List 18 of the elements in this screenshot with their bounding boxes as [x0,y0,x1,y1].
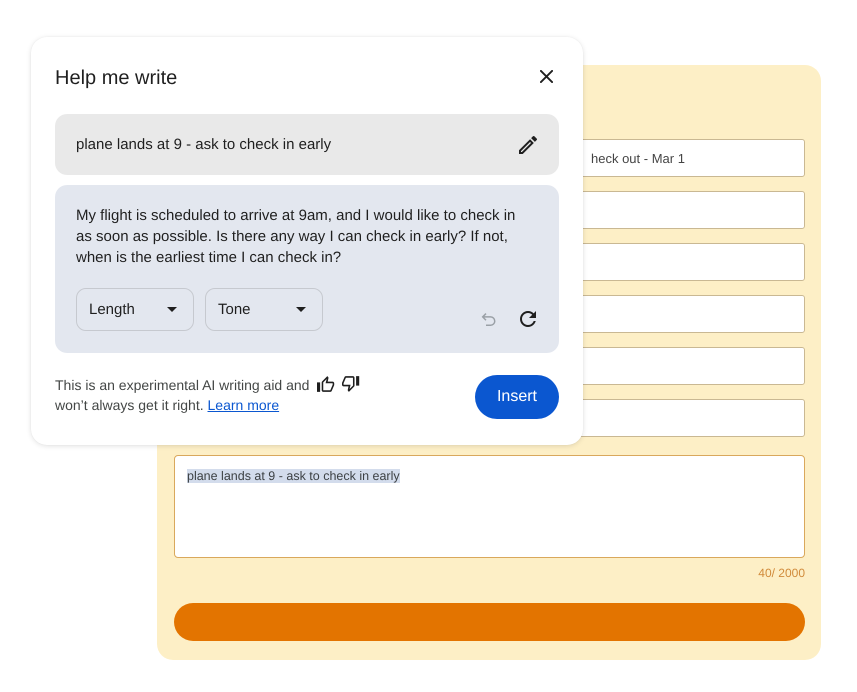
dialog-title: Help me write [55,66,178,91]
draft-text: My flight is scheduled to arrive at 9am, and I would like to check in as soon as possible. Is there any way I can check in early? If not, when is the earliest time I can check in? [76,206,516,268]
thumbs-up-icon[interactable] [317,376,335,392]
thumbs-down-icon[interactable] [342,376,360,392]
text-area[interactable]: plane lands at 9 - ask to check in early [174,455,805,558]
character-counter: 40/ 2000 [758,565,805,581]
disclaimer-text: This is an experimental AI writing aid and won’t always get it right. Learn more [55,376,310,415]
dropdown-button[interactable]: Length [76,288,194,331]
caret-icon [167,307,177,312]
close-icon[interactable] [540,70,553,82]
caret-icon [296,307,306,312]
message-text: plane lands at 9 - ask to check in early [187,469,400,483]
pencil-icon[interactable] [519,136,537,154]
learn-more-link[interactable]: Learn more [208,397,280,413]
insert-button[interactable]: Insert [475,375,559,419]
dropdown-button[interactable]: Tone [205,288,323,331]
refresh-icon[interactable] [520,311,536,327]
prompt-field[interactable]: plane lands at 9 - ask to check in early [55,114,559,175]
